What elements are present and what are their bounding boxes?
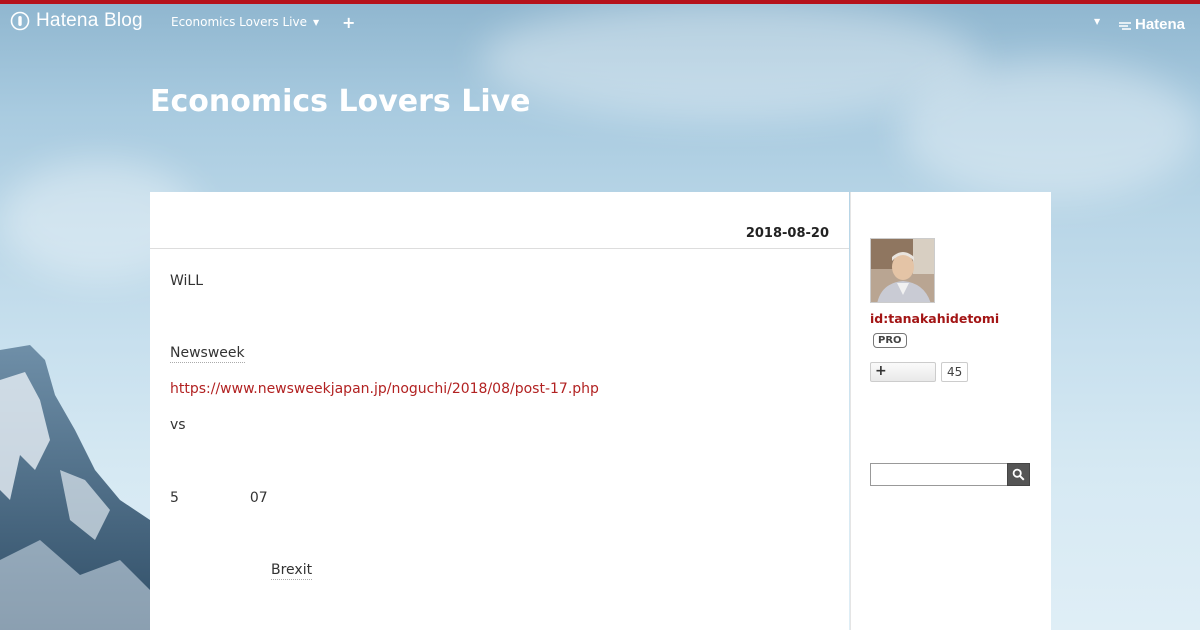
article-link[interactable]: https://www.newsweekjapan.jp/noguchi/201… <box>170 381 599 397</box>
hatena-blog-logo[interactable]: Hatena Blog <box>10 10 143 32</box>
paragraph: Newsweek <box>170 345 245 363</box>
hatena-blog-icon <box>10 11 30 31</box>
search-button[interactable] <box>1007 463 1030 486</box>
paragraph: 5 07 <box>170 490 268 506</box>
caret-down-icon[interactable]: ▼ <box>1094 17 1100 26</box>
paragraph: Brexit <box>271 562 313 580</box>
pro-badge: PRO <box>873 333 907 348</box>
subscriber-count[interactable]: 45 <box>941 362 969 382</box>
text-fragment: 5 <box>170 490 179 506</box>
plus-icon: + <box>875 363 887 379</box>
keyword-link[interactable]: Newsweek <box>170 345 245 363</box>
text-fragment: 07 <box>249 490 268 506</box>
blog-title[interactable]: Economics Lovers Live <box>150 84 531 119</box>
search-icon <box>1012 468 1025 481</box>
blog-switcher-menu[interactable]: Economics Lovers Live ▼ <box>171 15 319 29</box>
entry-content: 2018-08-20 WiLL Newsweek https://www.new… <box>150 192 849 630</box>
new-post-button[interactable]: + <box>342 13 355 32</box>
profile-photo <box>871 239 934 302</box>
mountain-background <box>0 345 150 630</box>
brand-label: Hatena Blog <box>36 10 143 31</box>
hatena-logo[interactable]: Hatena <box>1118 16 1185 33</box>
keyword-link[interactable]: Brexit <box>271 562 313 580</box>
avatar[interactable] <box>870 238 935 303</box>
entry-date[interactable]: 2018-08-20 <box>746 226 829 241</box>
sky-cloud <box>900 60 1200 200</box>
paragraph: WiLL <box>170 273 204 289</box>
profile-id-link[interactable]: id:tanakahidetomi <box>870 311 999 326</box>
hatena-wave-icon <box>1119 21 1131 30</box>
search-input[interactable] <box>870 463 1008 486</box>
hatena-logo-label: Hatena <box>1135 16 1186 33</box>
caret-down-icon: ▼ <box>312 17 320 27</box>
global-header: Hatena Blog Economics Lovers Live ▼ + ▼ … <box>0 0 1200 44</box>
paragraph: vs <box>170 417 186 433</box>
sidebar: id:tanakahidetomi PRO + 45 <box>850 192 1051 630</box>
blog-switcher-label: Economics Lovers Live <box>171 15 307 29</box>
divider <box>150 248 849 249</box>
subscribe-button[interactable]: + <box>870 362 936 382</box>
paragraph: https://www.newsweekjapan.jp/noguchi/201… <box>170 381 599 397</box>
